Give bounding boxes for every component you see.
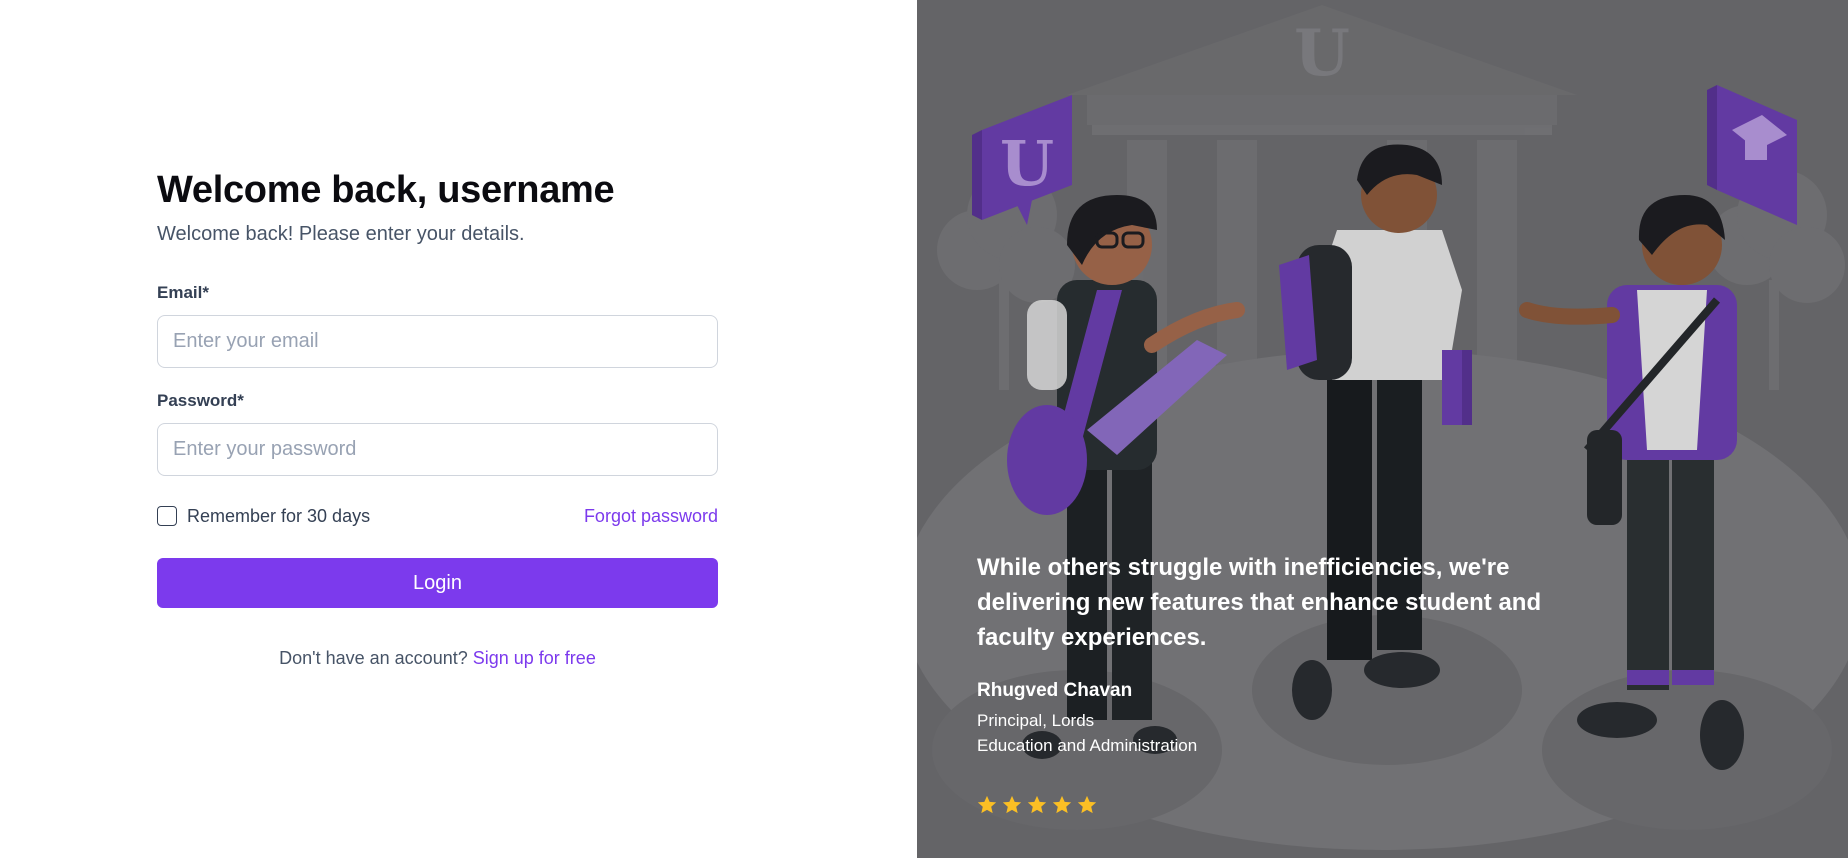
login-page: Welcome back, username Welcome back! Ple… xyxy=(0,0,1848,858)
star-icon xyxy=(1052,795,1072,814)
page-title: Welcome back, username xyxy=(157,169,615,211)
login-button[interactable]: Login xyxy=(157,558,718,608)
remember-me[interactable]: Remember for 30 days xyxy=(157,506,370,527)
star-icon xyxy=(977,795,997,814)
signup-prompt: Don't have an account? xyxy=(279,648,468,668)
login-form-pane: Welcome back, username Welcome back! Ple… xyxy=(0,0,917,858)
star-icon xyxy=(1027,795,1047,814)
star-icon xyxy=(1077,795,1097,814)
page-subtitle: Welcome back! Please enter your details. xyxy=(157,223,525,245)
email-input[interactable] xyxy=(157,315,718,368)
author-role-line1: Principal, Lords xyxy=(977,711,1095,730)
signup-link[interactable]: Sign up for free xyxy=(473,648,596,668)
author-role-line2: Education and Administration xyxy=(977,736,1198,755)
signup-row: Don't have an account? Sign up for free xyxy=(157,648,718,669)
remember-checkbox[interactable] xyxy=(157,506,177,526)
password-input[interactable] xyxy=(157,423,718,476)
testimonial-author: Rhugved Chavan xyxy=(977,680,1133,701)
illustration-pane: U U While others struggle with inefficie… xyxy=(917,0,1848,858)
testimonial-quote: While others struggle with inefficiencie… xyxy=(977,554,1542,651)
forgot-password-link[interactable]: Forgot password xyxy=(584,506,718,527)
star-icon xyxy=(1002,795,1022,814)
login-form: Welcome back, username Welcome back! Ple… xyxy=(157,166,718,669)
form-options-row: Remember for 30 days Forgot password xyxy=(157,503,718,529)
testimonial-role: Principal, Lords Education and Administr… xyxy=(977,708,1197,758)
remember-label: Remember for 30 days xyxy=(187,505,371,526)
email-label: Email* xyxy=(157,283,209,302)
password-label: Password* xyxy=(157,391,244,410)
rating-stars xyxy=(976,794,1098,816)
